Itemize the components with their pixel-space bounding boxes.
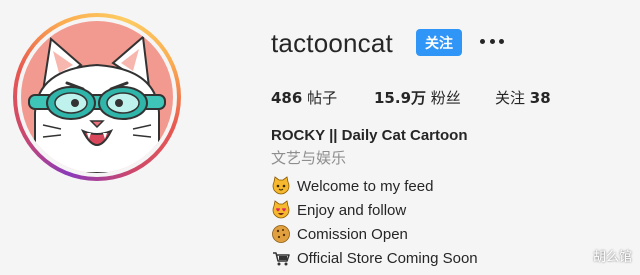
following-value: 38 [529,89,551,107]
followers-value: 15.9万 [374,89,427,107]
bio-display-name: ROCKY || Daily Cat Cartoon [271,127,468,144]
avatar-ring[interactable] [13,13,181,181]
following-label: 关注 [495,89,526,107]
followers-count[interactable]: 15.9万 粉丝 [374,87,461,108]
cat-face-icon [272,176,290,195]
posts-label: 帖子 [307,89,338,107]
more-dot [489,38,495,44]
followers-label: 粉丝 [430,89,461,107]
posts-count[interactable]: 486 帖子 [271,87,337,108]
avatar[interactable] [21,21,173,173]
more-dot [480,38,485,44]
bio-category: 文艺与娱乐 [271,149,347,167]
bio-line: Official Store Coming Soon [271,246,478,270]
bio-line-text: Comission Open [297,225,408,243]
watermark: 胡么馆 [592,250,632,265]
cat-avatar-illustration [28,35,166,173]
more-dot [499,38,504,44]
bio-line: Welcome to my feed [271,174,478,198]
shopping-icon [273,252,290,266]
bio-line: Comission Open [271,222,478,246]
username: tactooncat [271,28,393,58]
cookie-icon [272,225,290,243]
heart-eyes-cat-icon [272,200,290,219]
bio-line-text: Official Store Coming Soon [297,249,478,267]
bio-line: Enjoy and follow [271,198,478,222]
follow-button[interactable]: 关注 [416,29,462,56]
more-horizontal-icon[interactable] [480,36,504,46]
profile-bio: ROCKY || Daily Cat Cartoon 文艺与娱乐 Welcome… [271,127,478,270]
following-count[interactable]: 关注 38 [495,87,551,108]
bio-line-text: Enjoy and follow [297,201,407,219]
posts-value: 486 [271,89,303,107]
bio-line-text: Welcome to my feed [297,177,434,195]
